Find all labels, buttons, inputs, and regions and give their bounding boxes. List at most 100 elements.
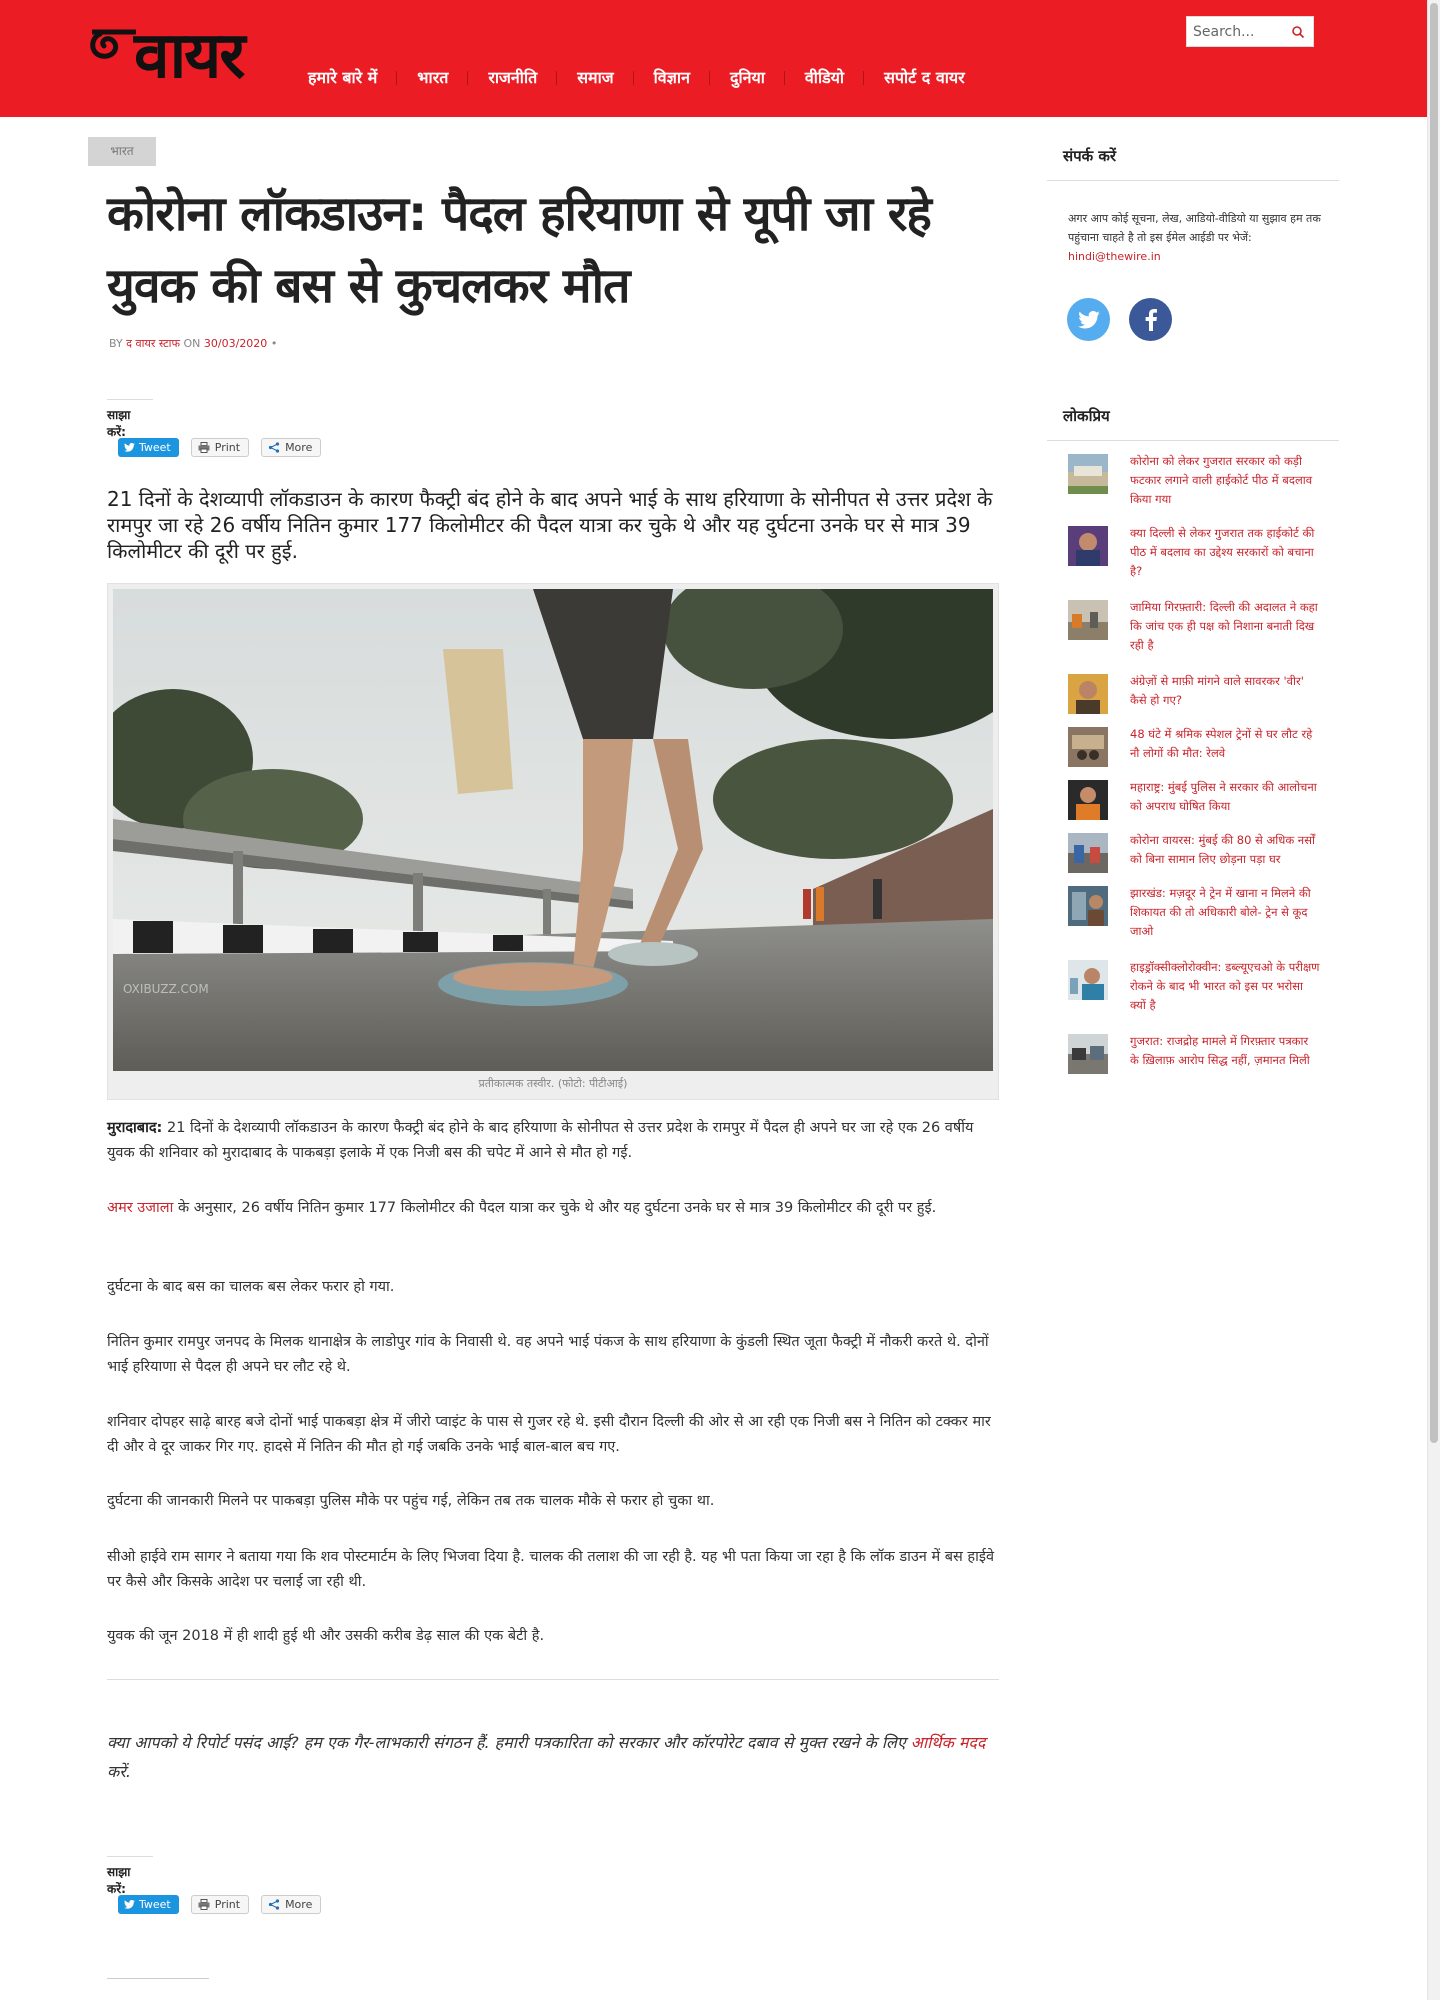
facebook-follow-button[interactable] (1129, 298, 1172, 341)
nav-item-india[interactable]: भारत (396, 66, 468, 88)
popular-item[interactable]: क्या दिल्ली से लेकर गुजरात तक हाईकोर्ट क… (1068, 524, 1338, 581)
article-paragraph-2: अमर उजाला के अनुसार, 26 वर्षीय नितिन कुम… (107, 1196, 999, 1221)
share-label: साझा करें: (107, 399, 153, 440)
paragraph-1-text: 21 दिनों के देशव्यापी लॉकडाउन के कारण फै… (107, 1120, 974, 1161)
popular-item-title[interactable]: अंग्रेज़ों से माफ़ी मांगने वाले सावरकर '… (1130, 672, 1320, 714)
print-button[interactable]: Print (190, 438, 250, 457)
source-link[interactable]: अमर उजाला (107, 1200, 173, 1216)
popular-thumbnail (1068, 780, 1108, 820)
logo-text: वायर (134, 19, 245, 93)
popular-item[interactable]: 48 घंटे में श्रमिक स्पेशल ट्रेनों से घर … (1068, 725, 1338, 767)
share-icon (268, 442, 280, 453)
nav-item-about[interactable]: हमारे बारे में (296, 66, 397, 88)
section-rule (107, 1978, 209, 1979)
donate-link[interactable]: आर्थिक मदद (911, 1733, 986, 1752)
facebook-icon (1145, 308, 1157, 331)
page-scrollbar[interactable] (1427, 0, 1440, 2000)
popular-item-title[interactable]: महाराष्ट्र: मुंबई पुलिस ने सरकार की आलोच… (1130, 778, 1320, 820)
popular-item[interactable]: जामिया गिरफ़्तारी: दिल्ली की अदालत ने कह… (1068, 598, 1338, 655)
share-buttons-bottom: Tweet Print More (118, 1895, 322, 1914)
popular-thumbnail (1068, 727, 1108, 767)
author-link[interactable]: द वायर स्टाफ (126, 337, 180, 350)
support-text: क्या आपको ये रिपोर्ट पसंद आई? हम एक गैर-… (107, 1733, 911, 1752)
popular-item-title[interactable]: हाइड्रॉक्सीक्लोरोक्वीन: डब्ल्यूएचओ के पर… (1130, 958, 1320, 1015)
nav-item-society[interactable]: समाज (556, 66, 633, 88)
logo-mark-icon (90, 29, 136, 59)
popular-item-title[interactable]: कोरोना वायरस: मुंबई की 80 से अधिक नर्सों… (1130, 831, 1320, 873)
popular-item-title[interactable]: क्या दिल्ली से लेकर गुजरात तक हाईकोर्ट क… (1130, 524, 1320, 581)
publish-date: 30/03/2020 (203, 337, 268, 350)
twitter-icon (124, 443, 135, 452)
popular-item[interactable]: अंग्रेज़ों से माफ़ी मांगने वाले सावरकर '… (1068, 672, 1338, 714)
twitter-icon (1077, 310, 1100, 328)
twitter-follow-button[interactable] (1067, 298, 1110, 341)
popular-thumbnail (1068, 674, 1108, 714)
popular-item-title[interactable]: जामिया गिरफ़्तारी: दिल्ली की अदालत ने कह… (1130, 598, 1320, 655)
twitter-icon (124, 1900, 135, 1909)
contact-text: अगर आप कोई सूचना, लेख, आडियो-वीडियो या स… (1068, 209, 1332, 266)
article-paragraph-5: शनिवार दोपहर साढ़े बारह बजे दोनों भाई पा… (107, 1414, 991, 1455)
article-paragraph-3: दुर्घटना के बाद बस का चालक बस लेकर फरार … (107, 1279, 395, 1295)
share-label-bottom: साझा करें: (107, 1856, 153, 1897)
popular-item[interactable]: महाराष्ट्र: मुंबई पुलिस ने सरकार की आलोच… (1068, 778, 1338, 820)
article-divider (107, 1679, 999, 1680)
popular-item-title[interactable]: गुजरात: राजद्रोह मामले में गिरफ़्तार पत्… (1130, 1032, 1320, 1074)
contact-description: अगर आप कोई सूचना, लेख, आडियो-वीडियो या स… (1068, 212, 1321, 244)
share-buttons: Tweet Print More (118, 438, 322, 457)
popular-thumbnail (1068, 1034, 1108, 1074)
popular-item[interactable]: गुजरात: राजद्रोह मामले में गिरफ़्तार पत्… (1068, 1032, 1338, 1074)
article-title: कोरोना लॉकडाउन: पैदल हरियाणा से यूपी जा … (107, 186, 932, 314)
site-logo[interactable]: वायर (88, 18, 298, 94)
tweet-label: Tweet (139, 441, 171, 454)
popular-item[interactable]: कोरोना वायरस: मुंबई की 80 से अधिक नर्सों… (1068, 831, 1338, 873)
article-paragraph-1: मुरादाबाद: 21 दिनों के देशव्यापी लॉकडाउन… (107, 1116, 999, 1166)
share-icon (268, 1899, 280, 1910)
print-icon (198, 442, 210, 453)
tweet-button[interactable]: Tweet (118, 438, 179, 457)
print-label: Print (214, 441, 241, 454)
popular-thumbnail (1068, 600, 1108, 640)
nav-item-science[interactable]: विज्ञान (632, 66, 710, 88)
nav-item-politics[interactable]: राजनीति (467, 66, 557, 88)
byline-on: ON (183, 337, 201, 350)
support-appeal: क्या आपको ये रिपोर्ट पसंद आई? हम एक गैर-… (107, 1728, 999, 1786)
popular-thumbnail (1068, 833, 1108, 873)
article-paragraph-7: सीओ हाईवे राम सागर ने बताया गया कि शव पो… (107, 1549, 995, 1590)
byline-by: BY (109, 337, 123, 350)
article-paragraph-4: नितिन कुमार रामपुर जनपद के मिलक थानाक्षे… (107, 1334, 989, 1375)
more-share-button[interactable]: More (261, 438, 322, 457)
print-button-bottom[interactable]: Print (190, 1895, 250, 1914)
print-label: Print (214, 1898, 241, 1911)
byline: BY द वायर स्टाफ ON 30/03/2020 • (109, 336, 277, 351)
nav-item-video[interactable]: वीडियो (783, 66, 864, 88)
nav-item-support[interactable]: सपोर्ट द वायर (863, 66, 985, 88)
popular-item[interactable]: झारखंड: मज़दूर ने ट्रेन में खाना न मिलने… (1068, 884, 1338, 941)
popular-item-title[interactable]: झारखंड: मज़दूर ने ट्रेन में खाना न मिलने… (1130, 884, 1320, 941)
support-end: करें. (107, 1762, 131, 1781)
featured-photo: OXIBUZZ.COM (113, 589, 993, 1071)
popular-thumbnail (1068, 960, 1108, 1000)
category-badge[interactable]: भारत (88, 137, 156, 166)
contact-email-link[interactable]: hindi@thewire.in (1068, 250, 1161, 263)
photo-watermark: OXIBUZZ.COM (123, 982, 209, 996)
tweet-label: Tweet (139, 1898, 171, 1911)
article-lede: 21 दिनों के देशव्यापी लॉकडाउन के कारण फै… (107, 487, 993, 563)
popular-thumbnail (1068, 526, 1108, 566)
main-nav: हमारे बारे में भारत राजनीति समाज विज्ञान… (296, 64, 985, 90)
tweet-button-bottom[interactable]: Tweet (118, 1895, 179, 1914)
paragraph-2-text: के अनुसार, 26 वर्षीय नितिन कुमार 177 किल… (173, 1200, 937, 1216)
popular-item[interactable]: हाइड्रॉक्सीक्लोरोक्वीन: डब्ल्यूएचओ के पर… (1068, 958, 1338, 1015)
photo-caption: प्रतीकात्मक तस्वीर. (फोटो: पीटीआई) (478, 1077, 628, 1090)
more-share-button-bottom[interactable]: More (261, 1895, 322, 1914)
nav-item-world[interactable]: दुनिया (708, 66, 785, 88)
site-header: वायर हमारे बारे में भारत राजनीति समाज वि… (0, 0, 1427, 117)
search-box (1186, 16, 1314, 47)
scrollbar-thumb[interactable] (1430, 3, 1438, 1443)
popular-thumbnail (1068, 886, 1108, 926)
popular-item[interactable]: कोरोना को लेकर गुजरात सरकार को कड़ी फटका… (1068, 452, 1338, 509)
search-input[interactable] (1193, 21, 1289, 43)
more-label: More (285, 441, 313, 454)
search-icon[interactable] (1291, 25, 1305, 39)
popular-item-title[interactable]: 48 घंटे में श्रमिक स्पेशल ट्रेनों से घर … (1130, 725, 1320, 767)
popular-item-title[interactable]: कोरोना को लेकर गुजरात सरकार को कड़ी फटका… (1130, 452, 1320, 509)
